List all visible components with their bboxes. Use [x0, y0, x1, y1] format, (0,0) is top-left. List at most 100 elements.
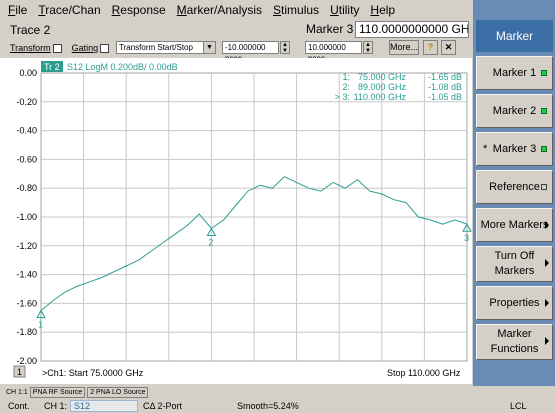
marker-3-label: Marker 3: [492, 142, 537, 155]
status-bar: Cont. CH 1: S12 CΔ 2-Port Smooth=5.24% L…: [0, 399, 555, 413]
measurement-plot[interactable]: 0.00 -0.20 -0.40 -0.60 -0.80 -1.00 -1.20 -1.40 -…: [0, 58, 472, 384]
stop-spinner-icon[interactable]: ▲ ▼: [363, 41, 373, 54]
marker-number-label: 3: [464, 233, 469, 243]
channel-badge: 1: [17, 367, 22, 377]
close-icon[interactable]: ✕: [441, 40, 456, 55]
transform-stop-input[interactable]: 10.000000 nsec: [305, 41, 362, 63]
trace-tag: Tr 2: [44, 62, 60, 72]
help-icon[interactable]: ?: [423, 40, 438, 55]
y-tick-label: -1.00: [16, 212, 37, 222]
marker-number-label: 1: [38, 320, 43, 330]
menu-help[interactable]: Help: [370, 3, 395, 17]
more-button[interactable]: More...: [389, 40, 419, 55]
plot-grid: [40, 72, 468, 362]
marker-row-frequency: 110.000 GHz: [354, 92, 407, 102]
transform-checkbox[interactable]: [52, 43, 62, 53]
more-markers-label: More Markers: [480, 218, 549, 231]
marker-row-value: -1.08 dB: [428, 82, 462, 92]
menu-marker-analysis[interactable]: Marker/Analysis: [177, 3, 262, 17]
marker-row-value: -1.65 dB: [428, 72, 462, 82]
reference-label: Reference: [489, 180, 540, 193]
gating-checkbox-group[interactable]: Gating: [72, 43, 110, 53]
sweep-mode: Cont.: [8, 401, 30, 411]
active-trace-title: Trace 2: [10, 22, 51, 37]
marker-entry-label: Marker 3: [306, 22, 354, 36]
more-markers-button[interactable]: More Markers: [476, 208, 553, 242]
triangle-right-icon: [545, 337, 549, 345]
y-tick-label: -1.40: [16, 270, 37, 280]
local-status: LCL: [510, 401, 527, 411]
menu-response[interactable]: Response: [112, 3, 166, 17]
start-spinner-icon[interactable]: ▲ ▼: [280, 41, 290, 54]
marker-row-id: 1:: [342, 72, 350, 82]
transform-start-input[interactable]: -10.000000 nsec: [222, 41, 279, 63]
led-on-icon: [541, 108, 547, 114]
triangle-right-icon: [545, 299, 549, 307]
marker-row-frequency: 89.000 GHz: [358, 82, 407, 92]
y-tick-label: -2.00: [16, 356, 37, 366]
softkey-header: Marker: [476, 20, 553, 52]
marker-row-frequency: 75.000 GHz: [358, 72, 407, 82]
marker-3-button[interactable]: * Marker 3: [476, 132, 553, 166]
tab-pna-lo-source[interactable]: 2 PNA LO Source: [87, 387, 149, 398]
transform-checkbox-group[interactable]: Transform: [10, 43, 62, 53]
softkey-panel: Marker Marker 1 Marker 2 * Marker 3 Refe…: [473, 0, 555, 386]
smoothing-status: Smooth=5.24%: [237, 401, 299, 411]
marker-functions-button[interactable]: Marker Functions: [476, 324, 553, 360]
transform-toolbar: Transform Gating Transform Start/Stop ▼ …: [0, 39, 472, 63]
y-tick-label: -1.20: [16, 241, 37, 251]
y-tick-label: -1.80: [16, 327, 37, 337]
properties-label: Properties: [489, 296, 540, 309]
plot-svg[interactable]: 0.00 -0.20 -0.40 -0.60 -0.80 -1.00 -1.20 -1.40 -…: [0, 58, 472, 384]
transform-mode-select[interactable]: Transform Start/Stop ▼: [116, 41, 216, 54]
gating-label: Gating: [71, 43, 99, 53]
entry-bar: Trace 2 Marker 3 110.0000000000 GHz: [0, 20, 472, 39]
tab-pna-rf-source[interactable]: PNA RF Source: [29, 387, 86, 398]
marker-1-button[interactable]: Marker 1: [476, 56, 553, 90]
marker-1-label: Marker 1: [492, 66, 537, 79]
calibration-status: CΔ 2-Port: [143, 401, 183, 411]
marker-2-label: Marker 2: [492, 104, 537, 117]
marker-functions-label: Marker Functions: [490, 328, 539, 355]
chevron-down-icon[interactable]: ▼: [203, 42, 215, 53]
measurement-param: S12: [70, 400, 138, 412]
marker-frequency-input[interactable]: 110.0000000000 GHz: [355, 21, 469, 38]
turn-off-markers-button[interactable]: Turn Off Markers: [476, 246, 553, 282]
menu-stimulus[interactable]: Stimulus: [273, 3, 319, 17]
y-tick-label: -0.40: [16, 126, 37, 136]
tabs-prefix: CH 1:1: [6, 389, 28, 396]
turn-off-markers-label: Turn Off Markers: [494, 250, 535, 277]
marker-row-id: 2:: [342, 82, 350, 92]
properties-button[interactable]: Properties: [476, 286, 553, 320]
stop-frequency-text: Stop 110.000 GHz: [387, 368, 461, 378]
marker-2-button[interactable]: Marker 2: [476, 94, 553, 128]
transform-label: Transform: [10, 43, 51, 53]
led-on-icon: [541, 70, 547, 76]
marker-row-value: -1.05 dB: [428, 92, 462, 102]
transform-mode-value: Transform Start/Stop: [119, 43, 193, 52]
menu-trace-chan[interactable]: Trace/Chan: [38, 3, 100, 17]
marker-table: 1: 75.000 GHz -1.65 dB 2: 89.000 GHz -1.08 dB…: [335, 72, 462, 102]
y-tick-label: 0.00: [19, 68, 37, 78]
source-tabs: CH 1:1 PNA RF Source 2 PNA LO Source: [0, 387, 555, 398]
marker-row-id: > 3:: [335, 92, 350, 102]
trace-info: S12 LogM 0.200dB/ 0.00dB: [67, 62, 178, 72]
menu-bar: File Trace/Chan Response Marker/Analysis…: [0, 0, 555, 20]
start-frequency-text: >Ch1: Start 75.0000 GHz: [42, 368, 144, 378]
led-on-icon: [541, 146, 547, 152]
active-star-icon: *: [483, 143, 488, 155]
menu-utility[interactable]: Utility: [330, 3, 359, 17]
marker-number-label: 2: [208, 238, 213, 248]
gating-checkbox[interactable]: [100, 43, 110, 53]
triangle-right-icon: [545, 259, 549, 267]
y-tick-label: -0.60: [16, 154, 37, 164]
menu-file[interactable]: File: [8, 3, 27, 17]
y-tick-label: -0.20: [16, 97, 37, 107]
channel-label: CH 1:: [44, 401, 68, 411]
reference-button[interactable]: Reference: [476, 170, 553, 204]
y-tick-label: -0.80: [16, 183, 37, 193]
led-off-icon: [541, 184, 547, 190]
y-tick-labels: 0.00 -0.20 -0.40 -0.60 -0.80 -1.00 -1.20 -1.40 -…: [16, 68, 37, 366]
triangle-right-icon: [545, 221, 549, 229]
y-tick-label: -1.60: [16, 298, 37, 308]
